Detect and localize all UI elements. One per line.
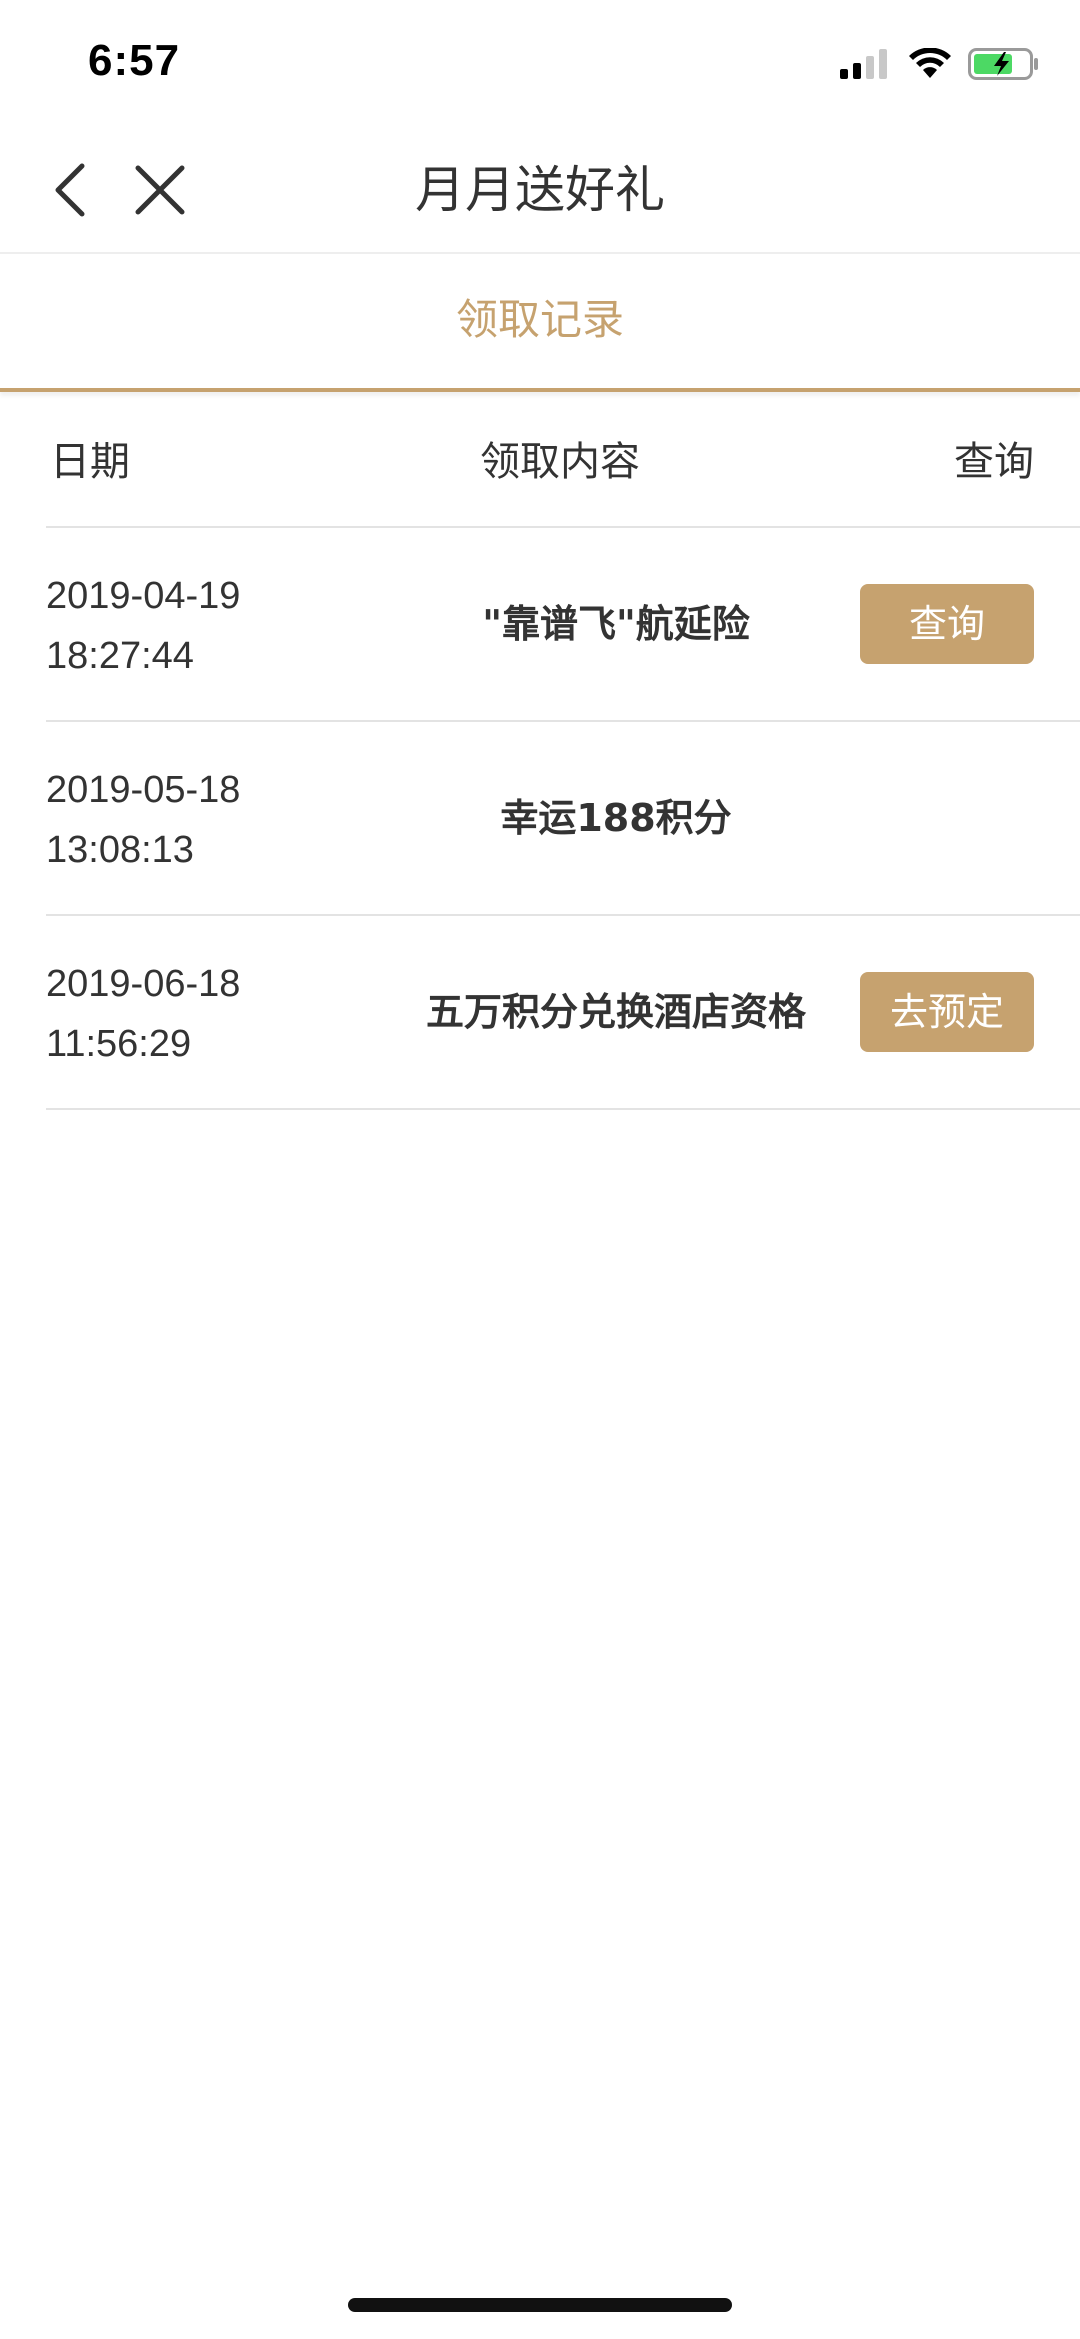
row-content: 五万积分兑换酒店资格 [425, 990, 806, 1034]
column-header-content: 领取内容 [480, 439, 640, 485]
table-row: 2019-05-18 13:08:13 幸运188积分 [46, 722, 1080, 916]
row-datetime: 2019-04-19 18:27:44 [46, 566, 240, 686]
cellular-signal-icon [840, 49, 892, 83]
row-date: 2019-04-19 [46, 575, 241, 617]
home-indicator[interactable] [348, 2298, 732, 2312]
book-button[interactable]: 去预定 [860, 972, 1034, 1052]
table-row: 2019-04-19 18:27:44 "靠谱飞"航延险 查询 [46, 528, 1080, 722]
tab-claim-records[interactable]: 领取记录 [0, 290, 1080, 350]
row-time: 11:56:29 [46, 1023, 192, 1065]
query-button[interactable]: 查询 [860, 584, 1034, 664]
row-content: "靠谱飞"航延险 [482, 602, 750, 646]
record-list: 2019-04-19 18:27:44 "靠谱飞"航延险 查询 2019-05-… [46, 528, 1080, 1110]
row-date: 2019-05-18 [46, 769, 241, 811]
row-time: 18:27:44 [46, 635, 194, 677]
status-icons [840, 47, 1040, 84]
row-datetime: 2019-05-18 13:08:13 [46, 760, 240, 880]
nav-bar: 月月送好礼 [0, 130, 1080, 254]
table-header: 日期 领取内容 查询 [46, 394, 1080, 528]
table-row: 2019-06-18 11:56:29 五万积分兑换酒店资格 去预定 [46, 916, 1080, 1110]
page-title: 月月送好礼 [415, 161, 665, 219]
row-datetime: 2019-06-18 11:56:29 [46, 954, 240, 1074]
column-header-date: 日期 [50, 439, 130, 485]
wifi-icon [908, 47, 952, 84]
tab-bar: 领取记录 [0, 254, 1080, 392]
row-content: 幸运188积分 [500, 796, 732, 840]
battery-charging-icon [968, 48, 1040, 84]
row-date: 2019-06-18 [46, 963, 241, 1005]
column-header-action: 查询 [954, 439, 1034, 485]
status-time: 6:57 [88, 36, 181, 85]
row-time: 13:08:13 [46, 829, 194, 871]
status-bar: 6:57 [0, 0, 1080, 130]
